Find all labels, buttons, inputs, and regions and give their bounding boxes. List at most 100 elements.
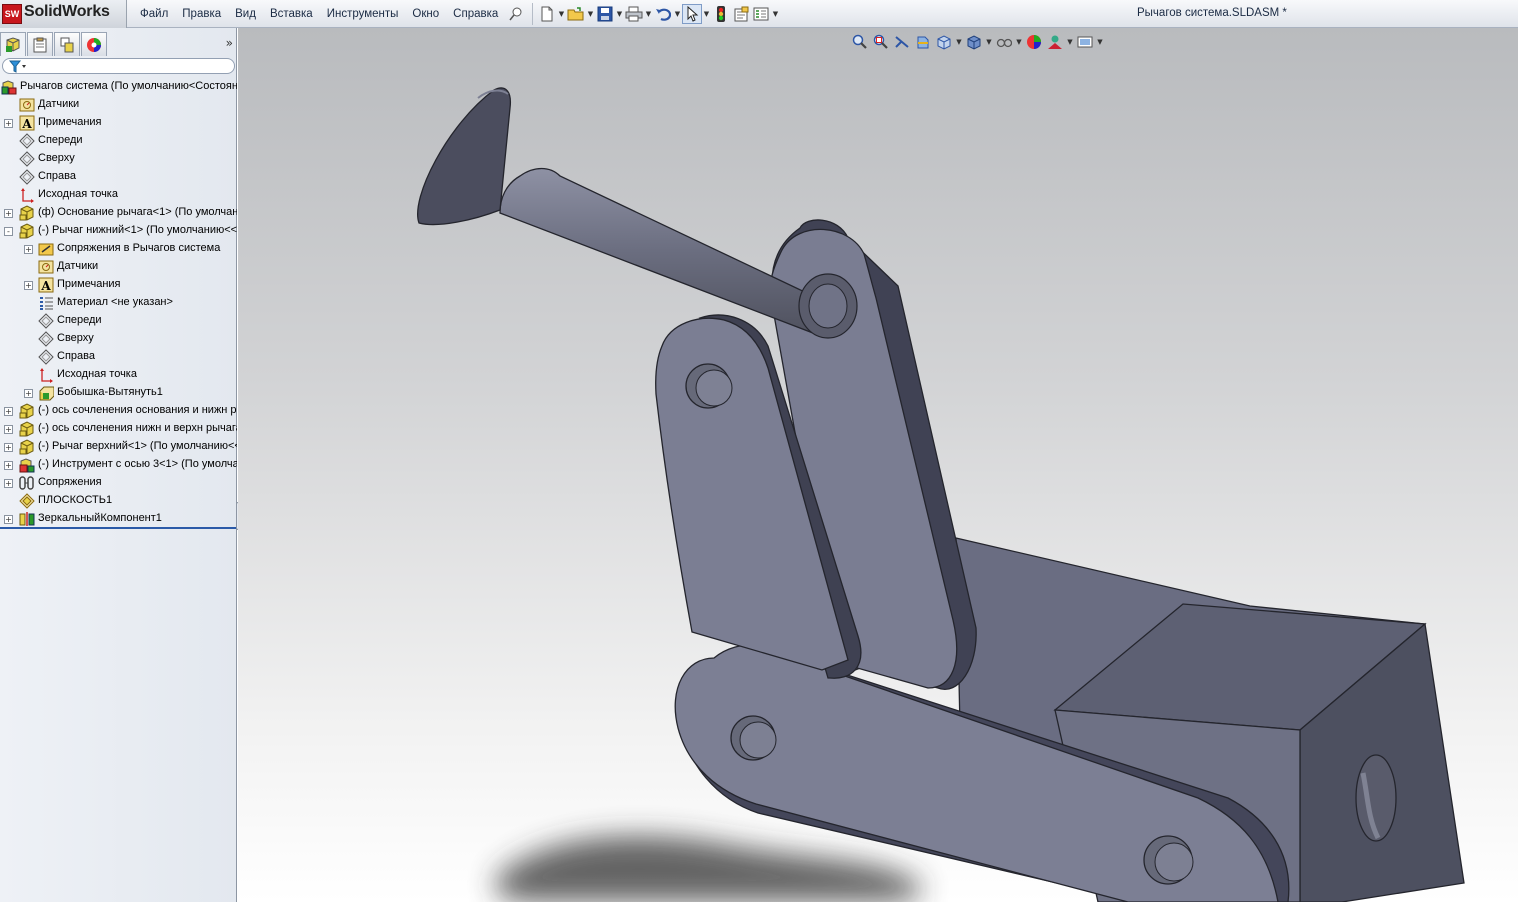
tree-item[interactable]: + (-) ось сочленения нижн и верхн рычага <box>0 420 237 438</box>
filter-icon[interactable] <box>9 60 27 73</box>
select-dropdown-icon[interactable]: ▼ <box>702 10 711 18</box>
tree-item[interactable]: Исходная точка <box>0 186 237 204</box>
tree-item[interactable]: + A Примечания <box>0 276 237 294</box>
tree-item[interactable]: Рычагов система (По умолчанию<Состояние <box>0 78 237 96</box>
open-dropdown-icon[interactable]: ▼ <box>586 10 595 18</box>
tree-item[interactable]: - (-) Рычаг нижний<1> (По умолчанию<<По <box>0 222 237 240</box>
new-document-icon[interactable] <box>537 4 557 24</box>
property-manager-icon <box>33 37 47 52</box>
menu-window[interactable]: Окно <box>405 8 446 20</box>
select-arrow-icon[interactable] <box>682 4 702 24</box>
sensors-icon <box>38 259 54 275</box>
tree-item[interactable]: Справа <box>0 348 237 366</box>
plane-icon <box>38 313 54 329</box>
tree-expand-icon[interactable]: + <box>4 209 13 218</box>
tree-item[interactable]: + (-) Рычаг верхний<1> (По умолчанию<<По <box>0 438 237 456</box>
tree-item[interactable]: + A Примечания <box>0 114 237 132</box>
menu-view[interactable]: Вид <box>228 8 263 20</box>
tab-configuration-manager[interactable] <box>54 32 80 56</box>
tree-item[interactable]: + Бобышка-Вытянуть1 <box>0 384 237 402</box>
plane-icon <box>19 169 35 185</box>
expand-panel-icon[interactable]: » <box>226 36 233 50</box>
tree-expand-icon[interactable]: + <box>4 425 13 434</box>
svg-text:A: A <box>21 117 32 131</box>
tree-item-label: (-) Рычаг верхний<1> (По умолчанию<<По <box>38 440 237 452</box>
part-icon <box>19 223 35 239</box>
menu-tools[interactable]: Инструменты <box>320 8 406 20</box>
tree-expand-icon[interactable]: + <box>4 461 13 470</box>
tree-item[interactable]: Сверху <box>0 150 237 168</box>
plane-icon <box>38 349 54 365</box>
lever-assembly-model[interactable] <box>238 28 1518 902</box>
tree-expand-icon[interactable]: + <box>24 281 33 290</box>
tree-item-label: Примечания <box>38 116 102 128</box>
menu-help[interactable]: Справка <box>446 8 505 20</box>
tree-item[interactable]: + Сопряжения в Рычагов система <box>0 240 237 258</box>
tab-property-manager[interactable] <box>27 32 53 56</box>
print-dropdown-icon[interactable]: ▼ <box>644 10 653 18</box>
configuration-manager-icon <box>60 37 74 52</box>
tree-item-label: Справа <box>57 350 95 362</box>
tree-item[interactable]: Датчики <box>0 96 237 114</box>
tree-item[interactable]: + ЗеркальныйКомпонент1 <box>0 510 237 528</box>
tool-funnel-head[interactable] <box>417 87 512 226</box>
tree-item-label: Спереди <box>38 134 83 146</box>
rebuild-traffic-light-icon[interactable] <box>711 4 731 24</box>
file-properties-icon[interactable] <box>731 4 751 24</box>
tree-item[interactable]: + Сопряжения <box>0 474 237 492</box>
tree-expand-icon[interactable]: + <box>4 443 13 452</box>
menu-edit[interactable]: Правка <box>175 8 228 20</box>
save-icon[interactable] <box>595 4 615 24</box>
tree-expand-icon[interactable]: + <box>24 389 33 398</box>
tree-item[interactable]: Исходная точка <box>0 366 237 384</box>
tree-expand-icon[interactable]: + <box>4 479 13 488</box>
tree-expand-icon[interactable]: + <box>4 407 13 416</box>
tree-expand-icon[interactable]: + <box>24 245 33 254</box>
tree-item[interactable]: Материал <не указан> <box>0 294 237 312</box>
tree-expand-icon[interactable]: + <box>4 515 13 524</box>
display-manager-icon <box>87 37 101 52</box>
new-dropdown-icon[interactable]: ▼ <box>557 10 566 18</box>
tree-item[interactable]: Спереди <box>0 312 237 330</box>
part-icon <box>19 421 35 437</box>
tree-item[interactable]: + (-) ось сочленения основания и нижн рыч <box>0 402 237 420</box>
tree-collapse-icon[interactable]: - <box>4 227 13 236</box>
plane-icon <box>19 133 35 149</box>
options-dropdown-icon[interactable]: ▼ <box>771 10 780 18</box>
annotations-icon: A <box>19 115 35 131</box>
menu-insert[interactable]: Вставка <box>263 8 320 20</box>
tree-expand-icon[interactable]: + <box>4 119 13 128</box>
tree-item-label: Датчики <box>38 98 80 110</box>
save-dropdown-icon[interactable]: ▼ <box>615 10 624 18</box>
tree-item[interactable]: Датчики <box>0 258 237 276</box>
tree-item[interactable]: + (ф) Основание рычага<1> (По умолчанию <box>0 204 237 222</box>
graphics-area[interactable]: ▼ ▼ ▼ ▼ ▼ <box>238 28 1518 902</box>
undo-dropdown-icon[interactable]: ▼ <box>673 10 682 18</box>
tree-item-label: Исходная точка <box>57 368 137 380</box>
print-icon[interactable] <box>624 4 644 24</box>
tree-item[interactable]: + (-) Инструмент с осью 3<1> (По умолчани… <box>0 456 237 474</box>
options-icon[interactable] <box>751 4 771 24</box>
tree-item-label: Примечания <box>57 278 121 290</box>
title-menu-bar: SW SolidWorks Файл Правка Вид Вставка Ин… <box>0 0 1518 28</box>
tree-item[interactable]: Справа <box>0 168 237 186</box>
pin-icon[interactable] <box>508 6 524 22</box>
tree-filter[interactable] <box>2 58 235 74</box>
tab-display-manager[interactable] <box>81 32 107 56</box>
tree-item[interactable]: Сверху <box>0 330 237 348</box>
open-folder-icon[interactable] <box>566 4 586 24</box>
svg-text:A: A <box>40 279 51 293</box>
tree-rollback-bar[interactable] <box>0 527 237 529</box>
tab-feature-manager[interactable] <box>0 32 26 56</box>
mirror-component-icon <box>19 511 35 527</box>
menu-file[interactable]: Файл <box>133 8 175 20</box>
tree-item-label: Рычагов система (По умолчанию<Состояние <box>20 80 237 92</box>
tree-item-label: Сверху <box>57 332 94 344</box>
tree-item[interactable]: ПЛОСКОСТЬ1 <box>0 492 237 510</box>
app-logo[interactable]: SW SolidWorks <box>0 0 127 28</box>
mates-icon <box>19 475 35 491</box>
tree-item-label: (-) ось сочленения основания и нижн рыч <box>38 404 237 416</box>
tree-item[interactable]: Спереди <box>0 132 237 150</box>
main-menu: Файл Правка Вид Вставка Инструменты Окно… <box>133 0 524 28</box>
undo-icon[interactable] <box>653 4 673 24</box>
